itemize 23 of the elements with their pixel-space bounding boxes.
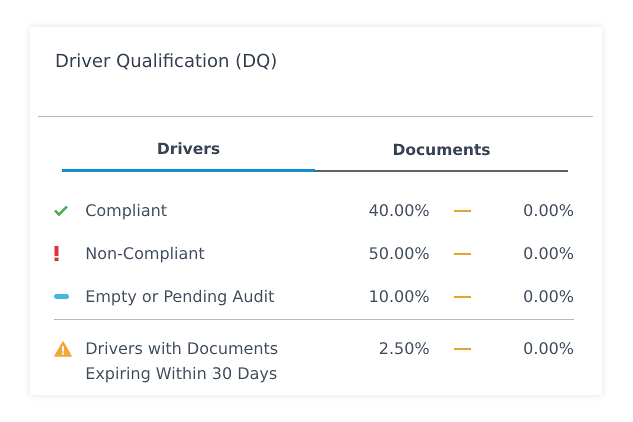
dash-icon — [454, 348, 472, 350]
dash-icon — [454, 252, 472, 254]
percent-value: 10.00% — [368, 286, 430, 308]
percent-value: 50.00% — [368, 243, 430, 265]
row-label: Drivers with Documents Expiring Within 30 Days — [85, 338, 280, 385]
change-value: 0.00% — [522, 200, 574, 222]
dash-icon — [454, 296, 472, 298]
change-value: 0.00% — [522, 243, 574, 265]
percent-value: 40.00% — [368, 200, 430, 222]
change-value: 0.00% — [522, 286, 574, 308]
card-title: Driver Qualification (DQ) — [54, 50, 278, 74]
dash-icon — [454, 210, 472, 212]
row-label: Empty or Pending Audit — [85, 286, 276, 308]
row-label: Non-Compliant — [85, 243, 206, 265]
warning-icon — [54, 340, 72, 356]
tab[interactable]: Drivers — [62, 133, 315, 172]
dash-icon — [54, 294, 69, 299]
tab[interactable]: Documents — [315, 133, 568, 172]
row-label: Compliant — [85, 200, 168, 222]
exclamation-icon — [54, 246, 59, 261]
check-icon — [54, 205, 68, 216]
change-value: 0.00% — [522, 338, 574, 360]
percent-value: 2.50% — [378, 338, 430, 360]
